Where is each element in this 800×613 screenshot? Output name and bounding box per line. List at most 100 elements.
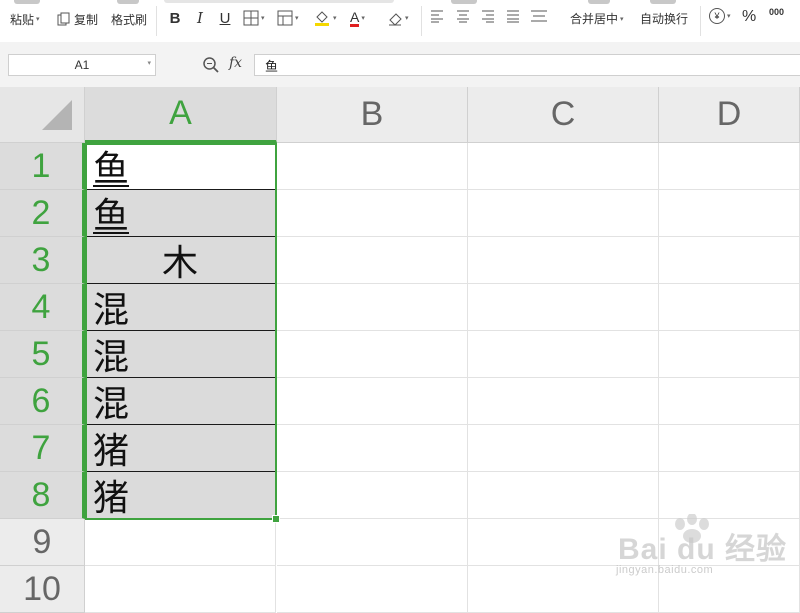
merge-center-label: 合并居中 — [570, 12, 619, 26]
bold-button[interactable]: B — [167, 8, 183, 28]
cell-d2[interactable] — [659, 190, 800, 237]
name-box[interactable]: A1 ▾ — [8, 54, 156, 76]
align-left-button[interactable] — [430, 9, 444, 23]
format-painter-button[interactable]: 格式刷 — [111, 10, 147, 28]
cell-d5[interactable] — [659, 331, 800, 378]
column-header-d[interactable]: D — [659, 87, 800, 143]
borders-icon — [243, 10, 259, 26]
cell-a5[interactable]: 混 — [85, 331, 276, 378]
font-color-button[interactable]: A ▾ — [350, 8, 365, 28]
cell-style-button[interactable]: ▾ — [277, 8, 299, 28]
cell-d1[interactable] — [659, 143, 800, 190]
cell-a3[interactable]: 木 — [85, 237, 276, 284]
watermark-brand: Bai du 经验 — [618, 533, 788, 566]
paste-button[interactable]: 粘贴 ▾ — [10, 10, 40, 28]
row-header-9[interactable]: 9 — [0, 519, 85, 566]
distribute-button[interactable] — [530, 9, 548, 23]
row-header-8[interactable]: 8 — [0, 472, 85, 519]
row-header-1[interactable]: 1 — [0, 143, 85, 190]
cell-b7[interactable] — [277, 425, 468, 472]
cell-a9[interactable] — [85, 519, 276, 566]
cell-b6[interactable] — [277, 378, 468, 425]
thousands-icon: 000 — [769, 7, 785, 17]
name-box-value: A1 — [74, 58, 90, 72]
justify-button[interactable] — [506, 9, 520, 23]
align-center-button[interactable] — [456, 9, 470, 23]
cell-a7[interactable]: 猪 — [85, 425, 276, 472]
align-right-button[interactable] — [481, 9, 495, 23]
cell-b9[interactable] — [277, 519, 468, 566]
cell-b5[interactable] — [277, 331, 468, 378]
cell-d4[interactable] — [659, 284, 800, 331]
select-all-corner[interactable] — [0, 87, 85, 143]
cell-d8[interactable] — [659, 472, 800, 519]
cell-a3-text: 木 — [161, 243, 198, 284]
cell-c4[interactable] — [468, 284, 659, 331]
formula-input[interactable]: 鱼 — [254, 54, 800, 76]
cell-c3[interactable] — [468, 237, 659, 284]
row-header-7[interactable]: 7 — [0, 425, 85, 472]
column-header-c[interactable]: C — [468, 87, 659, 143]
row-header-6[interactable]: 6 — [0, 378, 85, 425]
distribute-icon — [531, 10, 547, 22]
watermark: Bai du 经验 jingyan.baidu.com — [612, 514, 792, 584]
currency-icon: ¥ — [709, 8, 725, 24]
cell-b8[interactable] — [277, 472, 468, 519]
cell-a4[interactable]: 混 — [85, 284, 276, 331]
watermark-url: jingyan.baidu.com — [616, 564, 714, 576]
cell-b2[interactable] — [277, 190, 468, 237]
cell-c8[interactable] — [468, 472, 659, 519]
cell-b4[interactable] — [277, 284, 468, 331]
currency-button[interactable]: ¥ ▾ — [709, 8, 731, 24]
column-header-b[interactable]: B — [277, 87, 468, 143]
cell-c5[interactable] — [468, 331, 659, 378]
formula-bar: A1 ▾ fx 鱼 — [0, 42, 800, 88]
fx-icon[interactable]: fx — [229, 55, 242, 71]
cell-b10[interactable] — [277, 566, 468, 613]
cell-d6[interactable] — [659, 378, 800, 425]
format-painter-label: 格式刷 — [111, 12, 148, 27]
chevron-down-icon[interactable]: ▾ — [147, 59, 151, 67]
italic-button[interactable]: I — [192, 8, 208, 28]
cell-c6[interactable] — [468, 378, 659, 425]
merge-center-button[interactable]: 合并居中 ▾ — [570, 10, 624, 27]
percent-button[interactable]: % — [742, 8, 756, 26]
align-right-icon — [482, 10, 494, 23]
clear-button[interactable]: ▾ — [387, 8, 409, 28]
cell-style-icon — [277, 10, 293, 26]
fill-color-button[interactable]: ▾ — [313, 8, 337, 28]
cell-a1[interactable]: 鱼 — [85, 143, 276, 190]
row-header-4[interactable]: 4 — [0, 284, 85, 331]
column-header-a[interactable]: A — [85, 87, 277, 143]
zoom-icon[interactable] — [202, 56, 220, 74]
cell-a6[interactable]: 混 — [85, 378, 276, 425]
cell-a2[interactable]: 鱼 — [85, 190, 276, 237]
row-header-10[interactable]: 10 — [0, 566, 85, 613]
row-header-3[interactable]: 3 — [0, 237, 85, 284]
copy-button[interactable]: 复制 — [57, 10, 98, 28]
bold-icon: B — [169, 9, 181, 27]
cell-a8[interactable]: 猪 — [85, 472, 276, 519]
cell-d7[interactable] — [659, 425, 800, 472]
percent-icon: % — [742, 8, 757, 25]
copy-label: 复制 — [74, 12, 99, 27]
borders-button[interactable]: ▾ — [243, 8, 265, 28]
cell-b3[interactable] — [277, 237, 468, 284]
wrap-text-button[interactable]: 自动换行 — [640, 10, 688, 27]
cell-c7[interactable] — [468, 425, 659, 472]
fill-handle[interactable] — [272, 515, 280, 523]
cell-a5-text: 混 — [93, 337, 130, 378]
paste-label: 粘贴 — [10, 12, 35, 27]
row-header-5[interactable]: 5 — [0, 331, 85, 378]
thousands-button[interactable]: 000 — [769, 7, 784, 17]
cell-b1[interactable] — [277, 143, 468, 190]
underline-button[interactable]: U — [217, 8, 233, 28]
wrap-text-label: 自动换行 — [640, 12, 689, 26]
cell-c2[interactable] — [468, 190, 659, 237]
cell-c1[interactable] — [468, 143, 659, 190]
cell-a10[interactable] — [85, 566, 276, 613]
row-header-2[interactable]: 2 — [0, 190, 85, 237]
cell-d3[interactable] — [659, 237, 800, 284]
align-center-icon — [457, 10, 469, 23]
ribbon-toolbar: 粘贴 ▾ 复制 格式刷 B I U ▾ ▾ ▾ A ▾ ▾ 合并居中 ▾ 自动换… — [0, 0, 800, 43]
